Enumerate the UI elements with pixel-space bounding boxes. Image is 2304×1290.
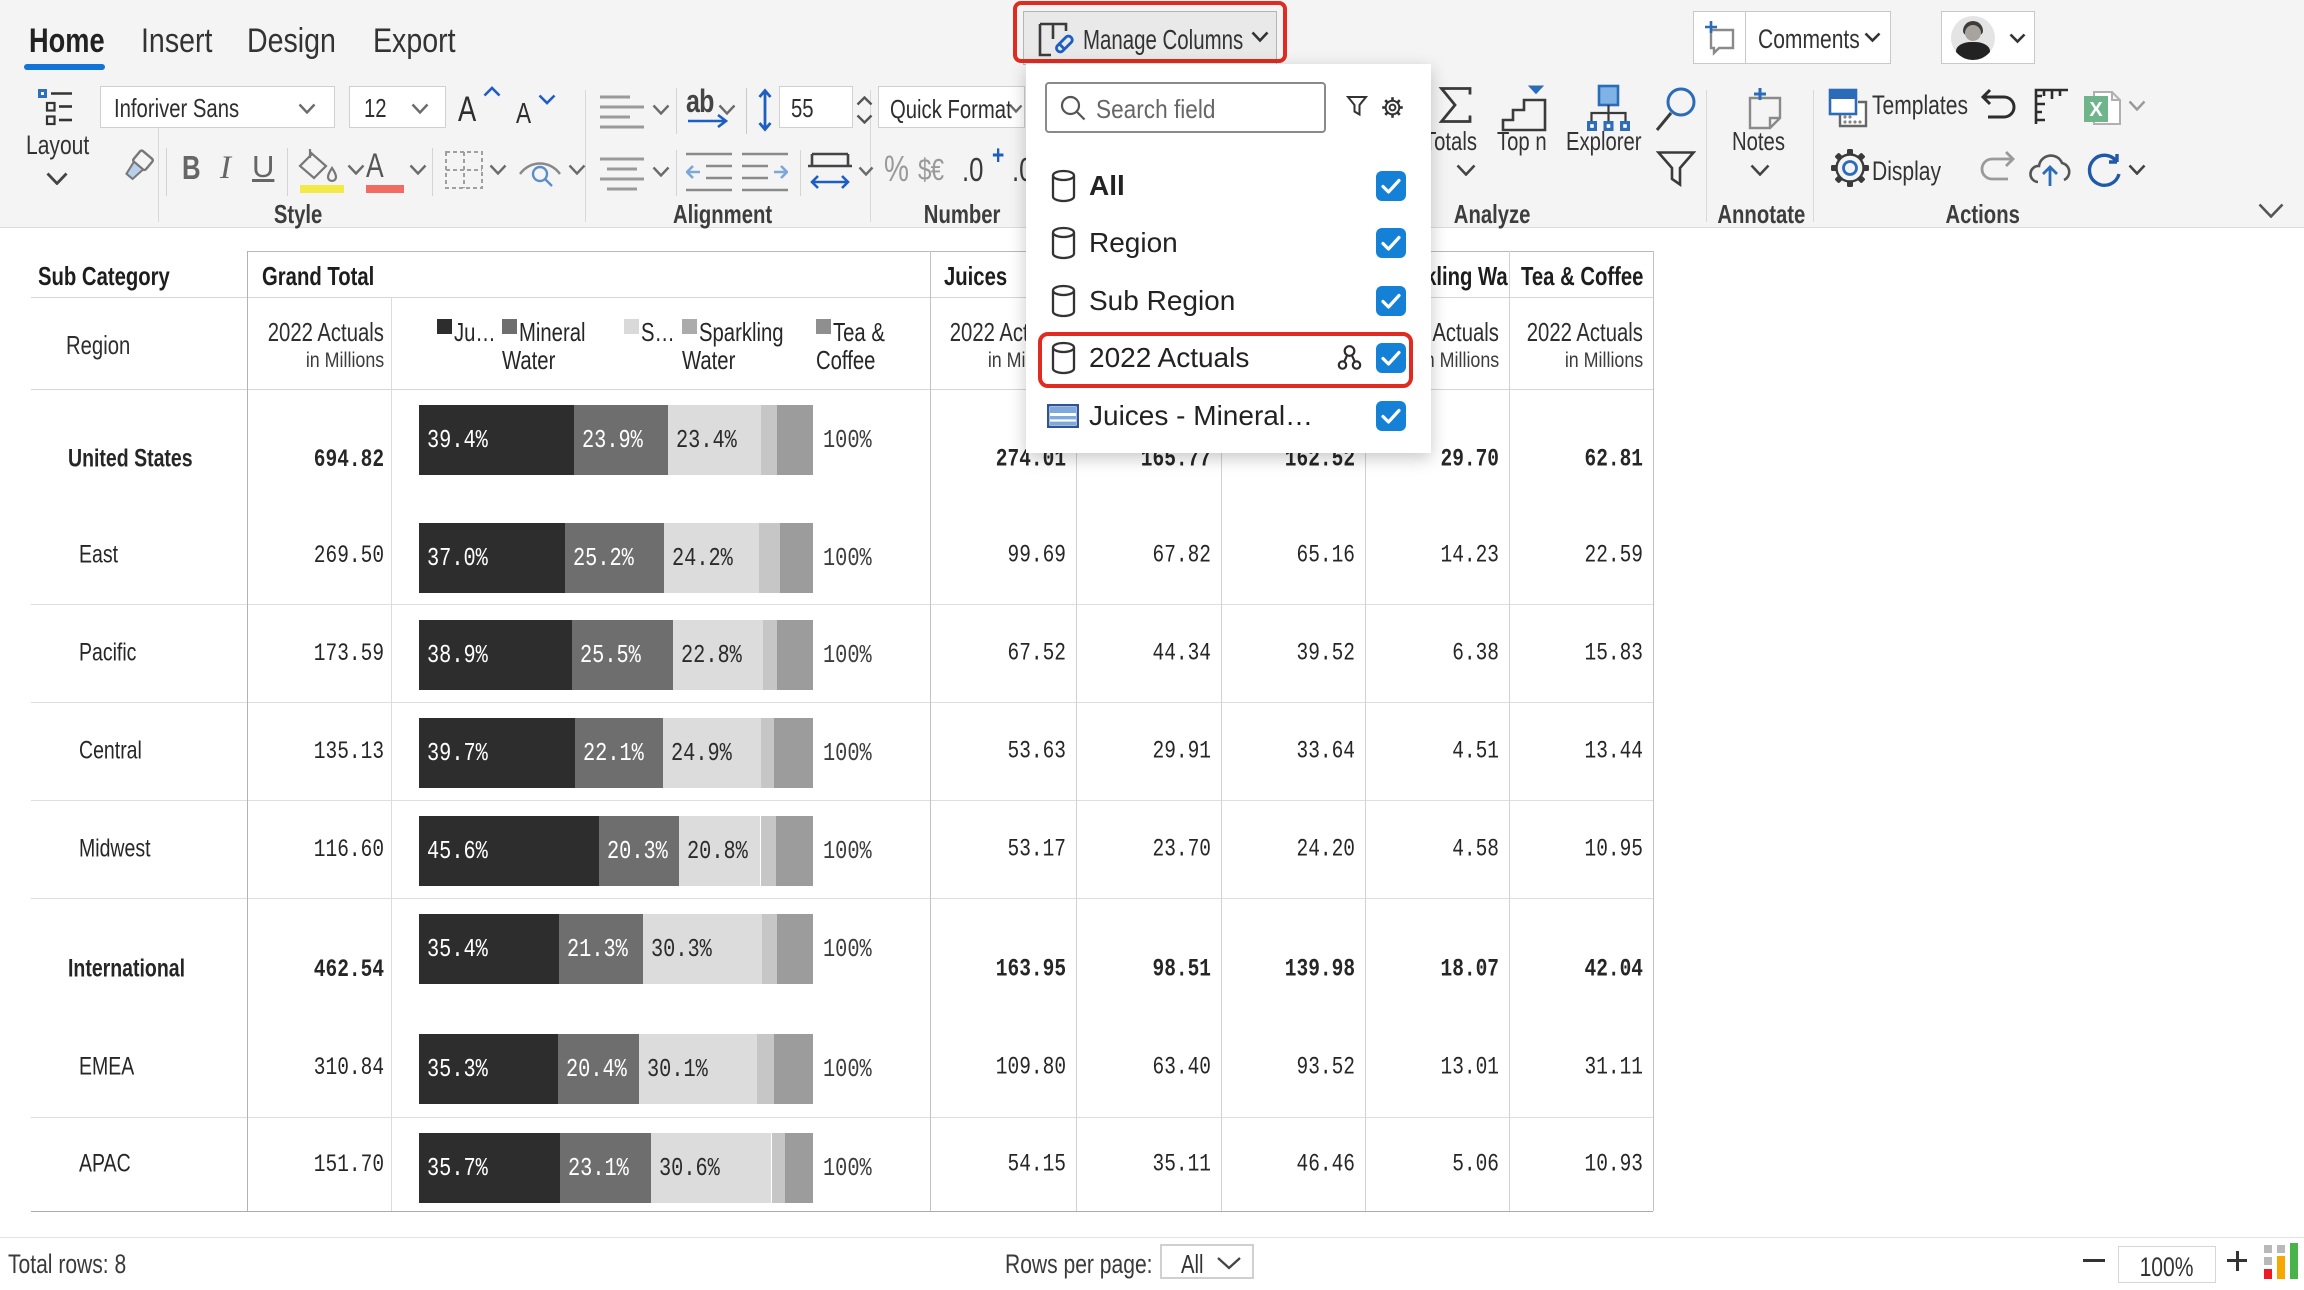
- svg-text:X: X: [2089, 99, 2103, 121]
